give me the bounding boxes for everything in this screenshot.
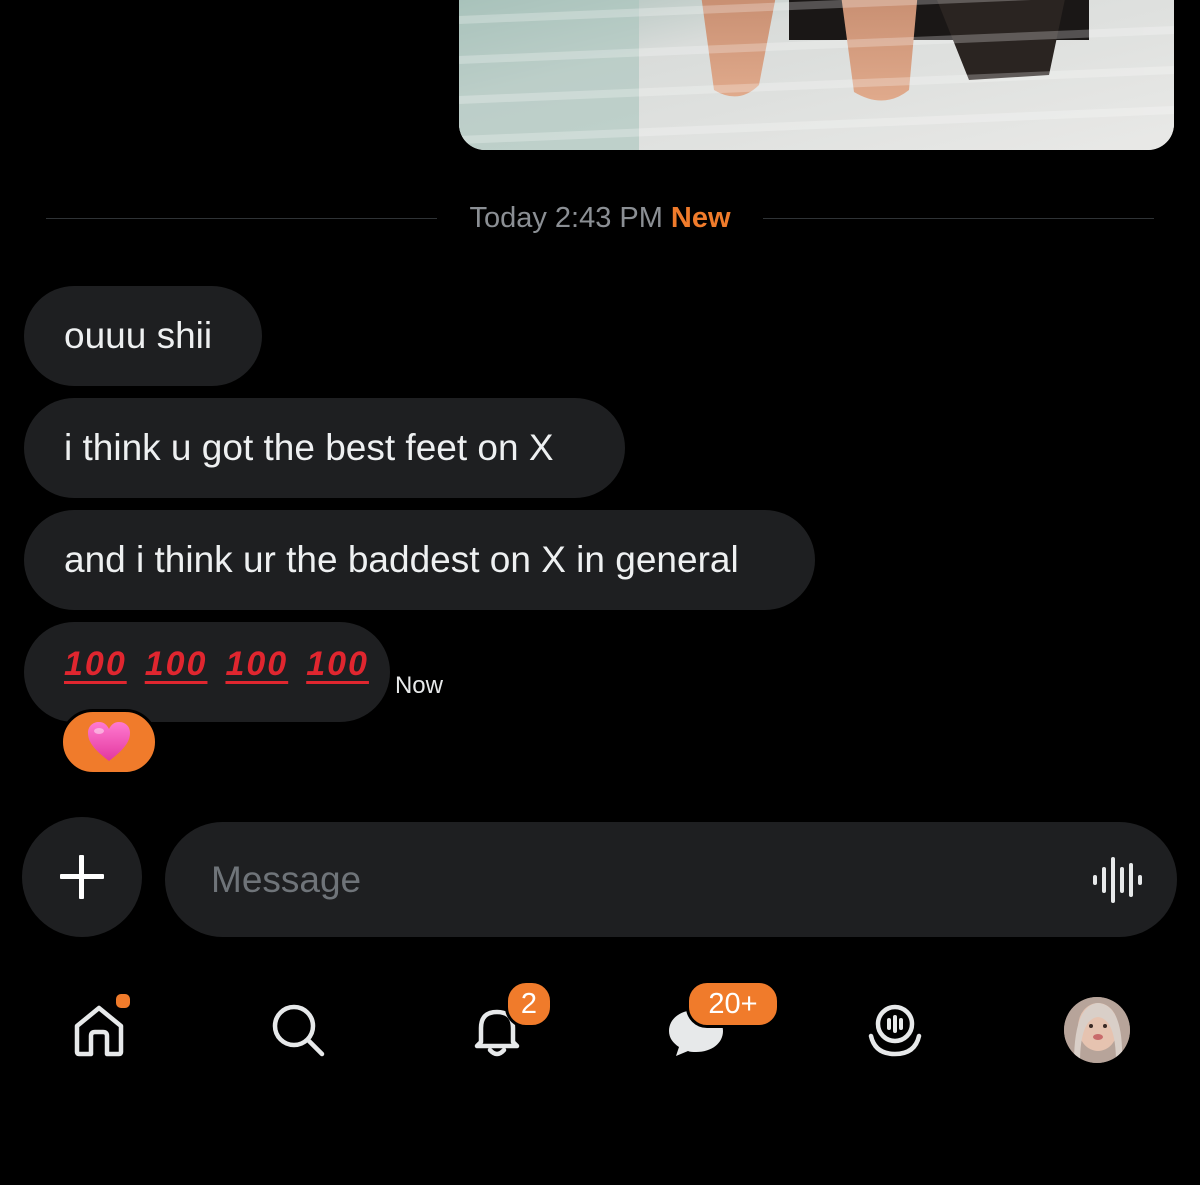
photo-attachment [459, 0, 1174, 150]
spaces-icon [868, 1004, 922, 1057]
hundred-points-icon: 100 [225, 644, 289, 683]
message-bubble[interactable]: 100 100 100 100 Now [24, 622, 443, 722]
pink-heart-icon [88, 722, 130, 761]
reaction-badge[interactable] [60, 709, 158, 775]
chat-screen: Today 2:43 PM New ouuu shii i think u got… [0, 0, 1200, 1185]
nav-home[interactable] [59, 990, 139, 1070]
hundred-points-emojis: 100 100 100 100 [64, 645, 369, 684]
profile-photo [1064, 997, 1130, 1063]
avatar [1064, 997, 1130, 1063]
hundred-points-icon: 100 [144, 644, 208, 683]
message-bubble[interactable]: and i think ur the baddest on X in gener… [24, 510, 815, 610]
message-bubble[interactable]: i think u got the best feet on X [24, 398, 625, 498]
notification-dot [114, 992, 132, 1010]
message-text: ouuu shii [64, 315, 213, 356]
new-label: New [670, 201, 731, 234]
nav-spaces[interactable] [855, 990, 935, 1070]
divider-line-left [46, 217, 438, 219]
message-bubble[interactable]: ouuu shii [24, 286, 262, 386]
bottom-navigation: 2 20+ [0, 980, 1200, 1080]
voice-waveform-icon [1093, 856, 1142, 903]
message-text: i think u got the best feet on X [64, 427, 554, 468]
nav-profile[interactable] [1057, 990, 1137, 1070]
hundred-points-icon: 100 [64, 644, 127, 683]
divider-label: Today 2:43 PM New [437, 202, 762, 235]
image-message[interactable] [459, 0, 1174, 150]
plus-icon [60, 855, 104, 899]
nav-messages[interactable]: 20+ [656, 980, 780, 1070]
notification-count-badge: 2 [505, 980, 553, 1028]
message-text: and i think ur the baddest on X in gener… [64, 539, 739, 580]
message-time: Now [394, 672, 443, 699]
nav-notifications[interactable]: 2 [457, 980, 553, 1070]
date-divider: Today 2:43 PM New [46, 198, 1154, 238]
search-icon [272, 1004, 325, 1057]
hundred-points-icon: 100 [306, 644, 369, 683]
messages-count-badge: 20+ [686, 980, 780, 1028]
date-label: Today 2:43 PM [469, 201, 663, 234]
message-input[interactable] [209, 857, 1089, 902]
message-composer[interactable] [165, 822, 1177, 937]
divider-line-right [762, 217, 1154, 219]
voice-message-button[interactable] [1089, 852, 1145, 908]
add-attachment-button[interactable] [22, 817, 142, 937]
nav-search[interactable] [258, 990, 338, 1070]
